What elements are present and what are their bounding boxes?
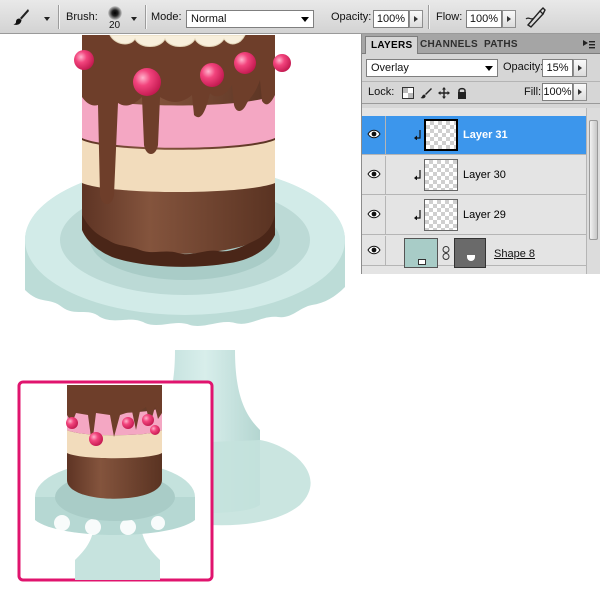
opacity-value: 100% xyxy=(376,13,406,25)
mode-select[interactable]: Normal xyxy=(186,10,314,28)
blend-options-row: Overlay Opacity: 15% xyxy=(362,56,600,82)
visibility-toggle[interactable] xyxy=(362,116,386,154)
tool-preset-picker[interactable] xyxy=(4,4,52,30)
layer-thumbnail[interactable] xyxy=(424,119,458,151)
chevron-down-icon xyxy=(131,17,137,21)
candy-ball xyxy=(133,68,161,96)
layer-opacity-value: 15% xyxy=(546,62,569,74)
preview-highlight xyxy=(120,519,136,535)
brush-tip-icon xyxy=(108,6,122,20)
lock-all-icon[interactable] xyxy=(456,87,468,99)
layer-opacity-input[interactable]: 15% xyxy=(542,59,573,77)
divider xyxy=(145,5,146,29)
flow-value: 100% xyxy=(469,13,499,25)
candy-ball xyxy=(200,63,224,87)
layer-thumbnail[interactable] xyxy=(424,159,458,191)
flow-slider-button[interactable] xyxy=(502,10,516,28)
eye-icon xyxy=(367,209,381,219)
tab-channels[interactable]: CHANNELS xyxy=(415,36,483,54)
layer-row-layer-29[interactable]: Layer 29 xyxy=(362,196,586,235)
opacity-label: Opacity: xyxy=(331,11,372,23)
tool-options-bar: Brush: 20 Mode: Normal Opacity: 100% Flo… xyxy=(0,0,600,34)
candy-ball xyxy=(273,54,291,72)
tab-layers[interactable]: LAYERS xyxy=(365,36,419,54)
visibility-toggle[interactable] xyxy=(362,196,386,234)
layer-row-shape-8[interactable]: Shape 8 xyxy=(362,236,586,268)
clipping-arrow-icon xyxy=(414,170,421,180)
scrollbar-thumb[interactable] xyxy=(589,120,598,240)
chevron-down-icon xyxy=(485,66,493,71)
fill-label: Fill: xyxy=(524,86,542,98)
visibility-toggle[interactable] xyxy=(362,236,386,265)
lock-transparent-pixels-icon[interactable] xyxy=(402,87,414,99)
candy-ball xyxy=(234,52,256,74)
brush-icon xyxy=(13,9,29,25)
eye-icon xyxy=(367,245,381,255)
opacity-input[interactable]: 100% xyxy=(373,10,409,28)
fill-input[interactable]: 100% xyxy=(542,83,573,101)
chevron-down-icon xyxy=(44,17,50,21)
lock-position-icon[interactable] xyxy=(438,87,450,99)
opacity-slider-button[interactable] xyxy=(409,10,423,28)
panel-tab-bar: LAYERS CHANNELS PATHS xyxy=(362,34,600,54)
fill-value: 100% xyxy=(543,86,572,98)
layers-panel: LAYERS CHANNELS PATHS Overlay Opacity: 1… xyxy=(361,34,600,274)
layer-thumbnail[interactable] xyxy=(424,199,458,231)
brush-label: Brush: xyxy=(66,11,98,23)
preview-candy xyxy=(142,414,154,426)
divider xyxy=(428,5,429,29)
clipping-arrow-icon xyxy=(414,130,421,140)
brush-size: 20 xyxy=(109,20,121,31)
preview-highlight xyxy=(85,519,101,535)
preview-candy xyxy=(122,417,134,429)
panel-menu-icon[interactable] xyxy=(583,40,595,49)
brush-picker[interactable]: 20 xyxy=(102,2,142,32)
preview-highlight xyxy=(151,516,165,530)
flow-label: Flow: xyxy=(436,11,463,23)
lock-label: Lock: xyxy=(368,86,395,98)
candy-ball xyxy=(74,50,94,70)
blend-mode-value: Overlay xyxy=(371,62,409,74)
divider xyxy=(58,5,59,29)
airbrush-toggle-button[interactable] xyxy=(522,5,548,29)
layer-name[interactable]: Layer 29 xyxy=(463,209,506,221)
preview-candy xyxy=(150,425,160,435)
tab-paths[interactable]: PATHS xyxy=(479,36,523,54)
lock-image-pixels-icon[interactable] xyxy=(420,87,432,99)
clipping-arrow-icon xyxy=(414,210,421,220)
eye-icon xyxy=(367,129,381,139)
layer-list: Layer 31 Layer 30 Layer 29 Shape 8 xyxy=(362,108,586,274)
mode-value: Normal xyxy=(191,13,227,25)
layer-name[interactable]: Layer 30 xyxy=(463,169,506,181)
fill-slider-button[interactable] xyxy=(573,83,587,101)
airbrush-icon xyxy=(525,7,546,28)
link-chain-icon[interactable] xyxy=(442,246,450,260)
preview-highlight xyxy=(54,515,70,531)
preview-candy xyxy=(66,417,78,429)
layer-list-scrollbar[interactable] xyxy=(586,108,600,274)
layer-opacity-label: Opacity: xyxy=(503,61,544,73)
flow-input[interactable]: 100% xyxy=(466,10,502,28)
result-preview-inset xyxy=(17,380,214,582)
layer-name[interactable]: Shape 8 xyxy=(494,248,535,260)
layer-name[interactable]: Layer 31 xyxy=(463,129,508,141)
shape-layer-thumbnail[interactable] xyxy=(404,238,438,268)
layer-opacity-slider-button[interactable] xyxy=(573,59,587,77)
chevron-down-icon xyxy=(301,17,309,22)
blend-mode-select[interactable]: Overlay xyxy=(366,59,498,77)
eye-icon xyxy=(367,169,381,179)
layer-row-layer-31[interactable]: Layer 31 xyxy=(362,116,586,155)
visibility-toggle[interactable] xyxy=(362,156,386,194)
mode-label: Mode: xyxy=(151,11,182,23)
preview-candy xyxy=(89,432,103,446)
layer-row-layer-30[interactable]: Layer 30 xyxy=(362,156,586,195)
lock-row: Lock: Fill: 100% xyxy=(362,82,600,104)
vector-mask-thumbnail[interactable] xyxy=(454,238,486,268)
